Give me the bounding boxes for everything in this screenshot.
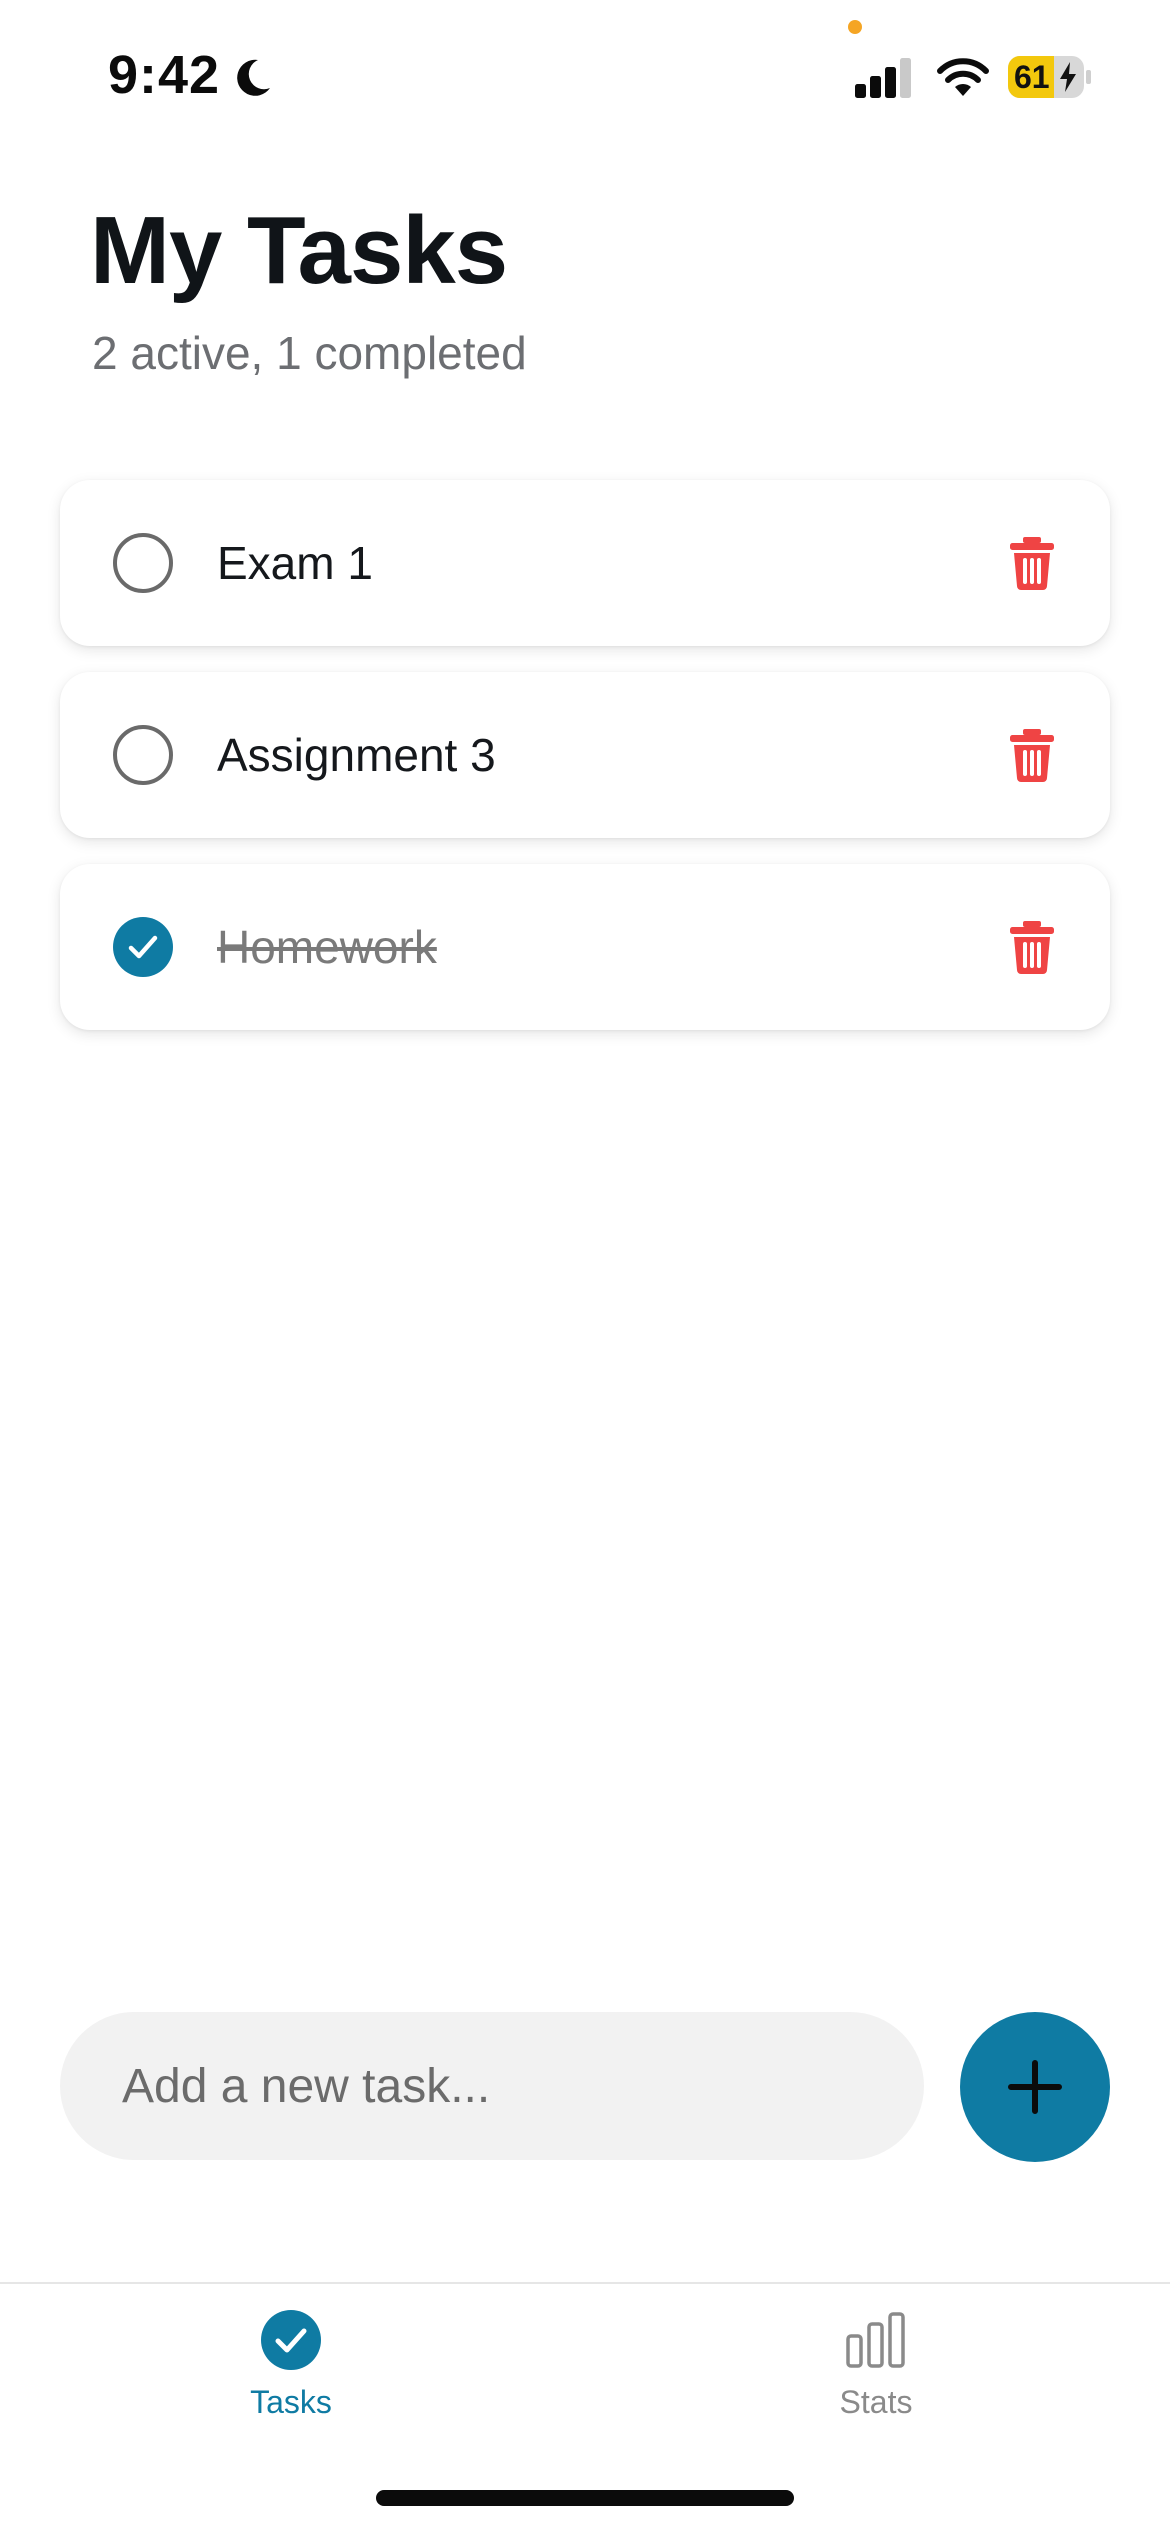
task-label[interactable]: Assignment 3	[217, 728, 496, 782]
task-label[interactable]: Homework	[217, 920, 437, 974]
status-bar: 9:42 61	[0, 0, 1170, 150]
trash-icon[interactable]	[1008, 728, 1056, 782]
task-label[interactable]: Exam 1	[217, 536, 373, 590]
plus-icon	[1008, 2060, 1062, 2114]
task-checkbox[interactable]	[113, 725, 173, 785]
checkmark-icon	[128, 935, 158, 959]
bar-chart-icon	[846, 2312, 905, 2368]
task-checkbox[interactable]	[113, 533, 173, 593]
task-checkbox-checked[interactable]	[113, 917, 173, 977]
signal-icon	[855, 58, 911, 98]
status-time: 9:42	[108, 45, 221, 105]
tab-tasks-label: Tasks	[250, 2384, 332, 2420]
moon-icon	[237, 59, 270, 96]
task-card: Assignment 3	[60, 672, 1110, 838]
new-task-input[interactable]	[60, 2012, 924, 2160]
tab-stats[interactable]: Stats	[776, 2310, 976, 2440]
task-count-summary: 2 active, 1 completed	[92, 327, 527, 379]
screen: 9:42 61 My Tasks 2 active, 1 completed E…	[0, 0, 1170, 2532]
task-card: Homework	[60, 864, 1110, 1030]
privacy-indicator-dot	[848, 20, 862, 34]
task-card: Exam 1	[60, 480, 1110, 646]
page-title: My Tasks	[90, 197, 508, 304]
add-task-button[interactable]	[960, 2012, 1110, 2162]
trash-icon[interactable]	[1008, 920, 1056, 974]
home-indicator	[376, 2490, 794, 2506]
tab-stats-label: Stats	[839, 2384, 913, 2420]
battery-icon: 61	[1008, 56, 1092, 98]
battery-cap	[1086, 70, 1091, 84]
charging-bolt-icon	[1060, 62, 1076, 92]
wifi-icon	[937, 58, 989, 96]
trash-icon[interactable]	[1008, 536, 1056, 590]
checkmark-circle-icon	[261, 2310, 321, 2370]
battery-body: 61	[1008, 56, 1084, 98]
tab-tasks[interactable]: Tasks	[191, 2310, 391, 2440]
battery-level: 61	[1014, 59, 1050, 95]
